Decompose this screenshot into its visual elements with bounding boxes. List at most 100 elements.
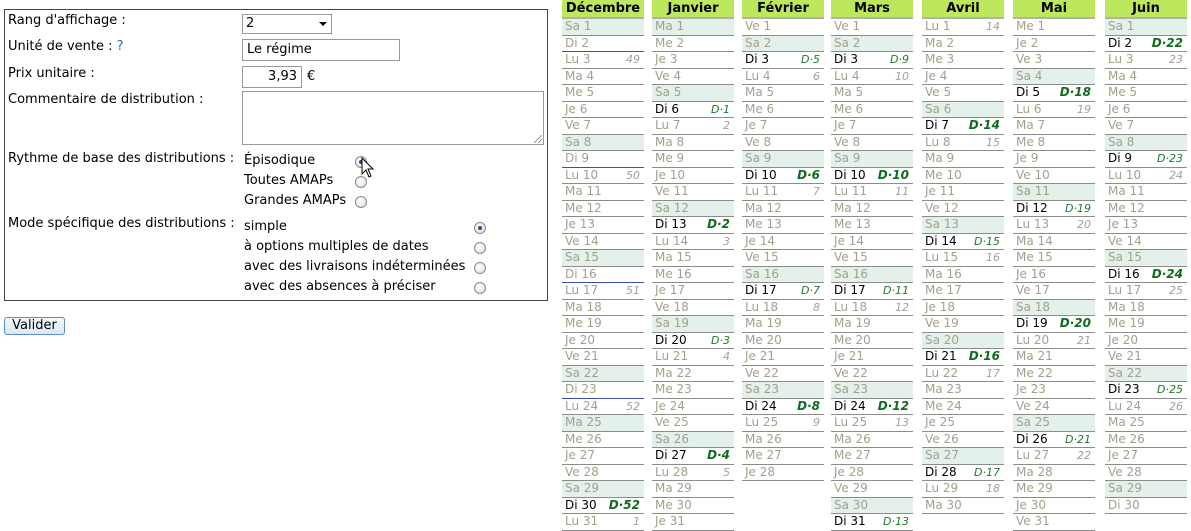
submit-button[interactable]: Valider — [4, 317, 65, 335]
calendar-day[interactable]: Sa 22 — [562, 365, 644, 382]
distribution-day[interactable]: Di 24 D·8 — [742, 398, 824, 415]
distribution-day[interactable]: Di 3 D·5 — [742, 52, 824, 69]
distribution-day[interactable]: Di 17 D·11 — [831, 283, 913, 300]
calendar-day[interactable]: Me 26 — [562, 432, 644, 448]
calendar-day[interactable]: Sa 6 — [922, 101, 1004, 118]
calendar-day[interactable]: Sa 23 — [831, 382, 913, 399]
calendar-day[interactable]: Ve 1 — [831, 19, 913, 36]
calendar-day[interactable]: Ma 26 — [831, 432, 913, 448]
calendar-day[interactable]: Ve 24 — [1013, 399, 1095, 415]
calendar-day[interactable]: Me 1 — [1013, 19, 1095, 36]
calendar-day[interactable]: Me 6 — [742, 102, 824, 118]
calendar-day[interactable]: Me 9 — [652, 151, 734, 168]
calendar-day[interactable]: Lu 29 18 — [922, 481, 1004, 498]
distribution-day[interactable]: Di 26 D·21 — [1013, 431, 1095, 448]
calendar-day[interactable]: Sa 1 — [1105, 19, 1187, 36]
calendar-day[interactable]: Je 24 — [652, 399, 734, 415]
calendar-day[interactable]: Me 27 — [831, 448, 913, 465]
calendar-day[interactable]: Ve 17 — [1013, 283, 1095, 300]
calendar-day[interactable]: Ma 18 — [1105, 300, 1187, 316]
calendar-day[interactable]: Lu 14 3 — [652, 234, 734, 250]
calendar-day[interactable]: Ma 15 — [652, 250, 734, 267]
calendar-day[interactable]: Sa 27 — [922, 448, 1004, 465]
calendar-day[interactable]: Ve 28 — [562, 465, 644, 481]
calendar-day[interactable]: Me 20 — [831, 333, 913, 349]
distribution-day[interactable]: Di 20 D·3 — [652, 332, 734, 349]
calendar-day[interactable]: Sa 25 — [1013, 415, 1095, 432]
calendar-day[interactable]: Me 20 — [742, 333, 824, 349]
calendar-day[interactable]: Me 13 — [742, 217, 824, 234]
calendar-day[interactable]: Me 12 — [1105, 201, 1187, 217]
calendar-day[interactable]: Je 18 — [922, 300, 1004, 316]
calendar-day[interactable]: Ve 8 — [831, 135, 913, 151]
calendar-day[interactable]: Je 20 — [562, 333, 644, 349]
calendar-day[interactable]: Ve 11 — [652, 184, 734, 201]
calendar-day[interactable]: Ve 26 — [922, 432, 1004, 448]
resize-grip-icon[interactable] — [534, 135, 542, 143]
calendar-day[interactable]: Ma 25 — [562, 415, 644, 432]
calendar-day[interactable]: Me 3 — [922, 52, 1004, 69]
calendar-day[interactable]: Lu 24 26 — [1105, 399, 1187, 415]
calendar-day[interactable]: Ma 4 — [562, 69, 644, 85]
calendar-day[interactable]: Sa 5 — [652, 85, 734, 102]
calendar-day[interactable]: Me 8 — [1013, 135, 1095, 151]
calendar-day[interactable]: Ve 5 — [922, 85, 1004, 102]
calendar-day[interactable]: Ma 9 — [922, 151, 1004, 168]
calendar-day[interactable]: Sa 15 — [1105, 250, 1187, 267]
calendar-day[interactable]: Sa 20 — [922, 332, 1004, 349]
calendar-day[interactable]: Je 20 — [1105, 333, 1187, 349]
calendar-day[interactable]: Ma 14 — [1013, 234, 1095, 250]
calendar-day[interactable]: Sa 29 — [1105, 481, 1187, 498]
calendar-day[interactable]: Lu 4 10 — [831, 69, 913, 85]
calendar-day[interactable]: Je 4 — [922, 69, 1004, 85]
calendar-day[interactable]: Ma 11 — [1105, 184, 1187, 201]
calendar-day[interactable]: Je 21 — [742, 349, 824, 366]
calendar-day[interactable]: Lu 8 15 — [922, 135, 1004, 151]
calendar-day[interactable]: Je 27 — [562, 448, 644, 465]
calendar-day[interactable]: Di 16 — [562, 267, 644, 283]
calendar-day[interactable]: Lu 11 7 — [742, 184, 824, 201]
calendar-day[interactable]: Ma 8 — [652, 135, 734, 151]
calendar-day[interactable]: Me 19 — [562, 316, 644, 333]
calendar-day[interactable]: Me 29 — [1013, 481, 1095, 498]
calendar-day[interactable]: Lu 4 6 — [742, 69, 824, 85]
price-input[interactable]: 3,93 — [242, 66, 302, 88]
calendar-day[interactable]: Je 6 — [562, 102, 644, 118]
calendar-day[interactable]: Je 30 — [1013, 498, 1095, 514]
distribution-day[interactable]: Di 10 D·10 — [831, 167, 913, 184]
calendar-day[interactable]: Lu 6 19 — [1013, 102, 1095, 118]
distribution-day[interactable]: Di 30 D·52 — [562, 497, 644, 514]
mode-radio-livraisons-indeterminees[interactable] — [474, 262, 486, 274]
calendar-day[interactable]: Ve 19 — [922, 316, 1004, 333]
distribution-day[interactable]: Di 7 D·14 — [922, 118, 1004, 135]
calendar-day[interactable]: Ma 19 — [742, 316, 824, 333]
calendar-day[interactable]: Ma 30 — [922, 498, 1004, 514]
calendar-day[interactable]: Me 13 — [831, 217, 913, 234]
calendar-day[interactable]: Me 2 — [652, 36, 734, 52]
calendar-day[interactable]: Me 16 — [652, 267, 734, 283]
calendar-day[interactable]: Ve 15 — [831, 250, 913, 267]
calendar-day[interactable]: Ve 4 — [652, 69, 734, 85]
calendar-day[interactable]: Je 23 — [1013, 382, 1095, 399]
mode-radio-options-multiples[interactable] — [474, 242, 486, 254]
calendar-day[interactable]: Ma 12 — [831, 201, 913, 217]
calendar-day[interactable]: Ma 21 — [1013, 349, 1095, 366]
calendar-day[interactable]: Je 13 — [1105, 217, 1187, 234]
calendar-day[interactable]: Ma 7 — [1013, 118, 1095, 135]
calendar-day[interactable]: Sa 2 — [831, 35, 913, 52]
calendar-day[interactable]: Lu 28 5 — [652, 465, 734, 481]
calendar-day[interactable]: Ve 14 — [562, 234, 644, 250]
calendar-day[interactable]: Ve 3 — [1013, 52, 1095, 69]
calendar-day[interactable]: Je 13 — [562, 217, 644, 234]
distribution-day[interactable]: Di 13 D·2 — [652, 217, 734, 234]
distribution-day[interactable]: Di 3 D·9 — [831, 52, 913, 69]
distribution-day[interactable]: Di 17 D·7 — [742, 283, 824, 300]
calendar-day[interactable]: Ve 10 — [1013, 168, 1095, 184]
calendar-day[interactable]: Lu 27 22 — [1013, 448, 1095, 465]
calendar-day[interactable]: Ma 12 — [742, 201, 824, 217]
calendar-day[interactable]: Sa 9 — [831, 151, 913, 168]
calendar-day[interactable]: Sa 4 — [1013, 68, 1095, 85]
calendar-day[interactable]: Lu 22 17 — [922, 366, 1004, 382]
calendar-day[interactable]: Ve 31 — [1013, 514, 1095, 531]
calendar-day[interactable]: Lu 25 13 — [831, 415, 913, 432]
